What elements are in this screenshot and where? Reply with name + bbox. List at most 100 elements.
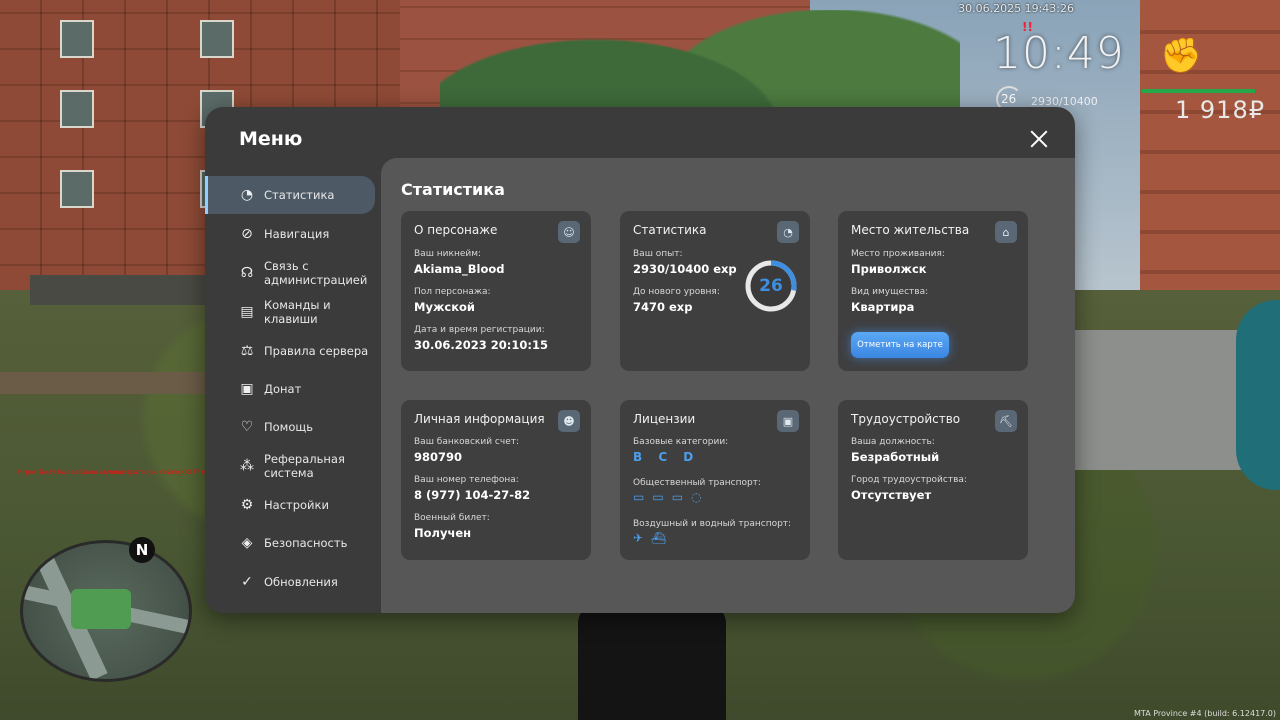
hud-datetime: 30.06.2025 19:43:26 — [958, 2, 1074, 15]
sidebar-item-label: Обновления — [264, 575, 338, 589]
chart-pie-icon: ◔ — [240, 187, 254, 203]
face-icon: ☻ — [558, 410, 580, 432]
menu-window: Меню ◔ Статистика ⊘ Навигация ☊ Связь с … — [205, 107, 1075, 613]
wallet-icon: ▣ — [240, 381, 254, 397]
registration-label: Дата и время регистрации: — [414, 325, 545, 335]
bank-value: 980790 — [414, 450, 463, 464]
sidebar-item-donate[interactable]: ▣ Донат — [205, 370, 375, 408]
pickaxe-icon: ⛏ — [995, 410, 1017, 432]
card-title: Статистика — [633, 223, 707, 237]
id-card-icon: ▣ — [777, 410, 799, 432]
sidebar-item-referral[interactable]: ⁂ Реферальная система — [205, 447, 375, 485]
sidebar-item-label: Правила сервера — [264, 344, 369, 358]
military-value: Получен — [414, 526, 472, 540]
exp-value: 2930/10400 exp — [633, 262, 737, 276]
public-transport-icons: ▭▭▭◌ — [633, 490, 710, 504]
hud-level: 26 — [1001, 92, 1017, 106]
public-transport-label: Общественный транспорт: — [633, 478, 761, 488]
fist-icon: ✊ — [1160, 36, 1203, 76]
sidebar-item-settings[interactable]: ⚙ Настройки — [205, 486, 375, 524]
plane-icon: ✈ — [633, 531, 652, 545]
tram-icon: ▭ — [671, 490, 692, 504]
card-residence: Место жительства ⌂ Место проживания: При… — [838, 211, 1028, 371]
sidebar-item-security[interactable]: ◈ Безопасность — [205, 524, 375, 562]
window — [60, 170, 94, 208]
user-icon: ☺ — [558, 221, 580, 243]
base-categories-label: Базовые категории: — [633, 437, 729, 447]
exp-label: Ваш опыт: — [633, 249, 683, 259]
heart-icon: ♡ — [240, 419, 254, 435]
employment-city-value: Отсутствует — [851, 488, 932, 502]
hud-money: 1 918₽ — [1175, 96, 1265, 124]
phone-label: Ваш номер телефона: — [414, 475, 519, 485]
sidebar-item-navigation[interactable]: ⊘ Навигация — [205, 215, 375, 253]
position-value: Безработный — [851, 450, 940, 464]
place-value: Приволжск — [851, 262, 927, 276]
card-licenses: Лицензии ▣ Базовые категории: B C D Обще… — [620, 400, 810, 560]
base-categories-value: B C D — [633, 450, 700, 464]
car — [1236, 300, 1280, 490]
scales-icon: ⚖ — [240, 343, 254, 359]
close-icon[interactable] — [1027, 127, 1051, 151]
next-level-value: 7470 exp — [633, 300, 693, 314]
sidebar-item-label: Команды и клавиши — [264, 298, 331, 326]
sidebar-item-label: Реферальная система — [264, 452, 345, 480]
window — [60, 20, 94, 58]
sidebar-item-rules[interactable]: ⚖ Правила сервера — [205, 332, 375, 370]
page-title: Статистика — [401, 180, 505, 199]
phone-value: 8 (977) 104-27-82 — [414, 488, 531, 502]
property-value: Квартира — [851, 300, 915, 314]
sidebar-item-statistics[interactable]: ◔ Статистика — [205, 176, 375, 214]
dirt-path — [0, 372, 210, 394]
gender-label: Пол персонажа: — [414, 287, 491, 297]
boat-icon: ⛴ — [651, 531, 675, 545]
home-icon: ⌂ — [995, 221, 1017, 243]
health-bar — [1142, 89, 1255, 93]
place-label: Место проживания: — [851, 249, 945, 259]
air-water-transport-icons: ✈⛴ — [633, 531, 674, 545]
bus-icon: ▭ — [652, 490, 672, 504]
mark-on-map-button[interactable]: Отметить на карте — [851, 332, 949, 358]
card-employment: Трудоустройство ⛏ Ваша должность: Безраб… — [838, 400, 1028, 560]
check-circle-icon: ✓ — [241, 574, 253, 590]
network-icon: ⁂ — [240, 458, 254, 474]
hud-clock: 10:49 — [993, 28, 1125, 79]
employment-city-label: Город трудоустройства: — [851, 475, 967, 485]
card-character: О персонаже ☺ Ваш никнейм: Akiama_Blood … — [401, 211, 591, 371]
sidebar-item-updates[interactable]: ✓ Обновления — [205, 563, 375, 601]
bank-label: Ваш банковский счет: — [414, 437, 520, 447]
chart-pie-icon: ◔ — [777, 221, 799, 243]
sidebar-item-contact-admin[interactable]: ☊ Связь с администрацией — [205, 254, 375, 292]
fence — [30, 275, 210, 305]
military-label: Военный билет: — [414, 513, 490, 523]
window — [200, 20, 234, 58]
shield-icon: ◈ — [241, 535, 253, 551]
sidebar-item-label: Донат — [264, 382, 302, 396]
card-title: Место жительства — [851, 223, 970, 237]
sidebar-item-label: Безопасность — [264, 536, 348, 550]
position-label: Ваша должность: — [851, 437, 935, 447]
sidebar-item-label: Связь с администрацией — [264, 259, 368, 287]
property-label: Вид имущества: — [851, 287, 929, 297]
minimap — [20, 540, 192, 682]
player-character — [578, 605, 726, 720]
headset-icon: ☊ — [240, 265, 254, 281]
minimap-house-zone — [71, 589, 131, 629]
gear-icon: ⚙ — [240, 497, 254, 513]
build-info: MTA Province #4 (build: 6.12417.0) — [1134, 709, 1276, 718]
level-value: 26 — [759, 276, 783, 296]
card-title: Личная информация — [414, 412, 545, 426]
minimap-north-indicator: N — [129, 537, 155, 563]
sidebar-item-label: Настройки — [264, 498, 329, 512]
sidebar-item-commands[interactable]: ▤ Команды и клавиши — [205, 293, 375, 331]
sidebar-item-help[interactable]: ♡ Помощь — [205, 408, 375, 446]
menu-title: Меню — [239, 128, 303, 150]
sidebar-item-label: Навигация — [264, 227, 330, 241]
card-title: О персонаже — [414, 223, 498, 237]
next-level-label: До нового уровня: — [633, 287, 720, 297]
card-personal-info: Личная информация ☻ Ваш банковский счет:… — [401, 400, 591, 560]
air-water-transport-label: Воздушный и водный транспорт: — [633, 519, 792, 529]
bus-icon: ▭ — [633, 490, 653, 504]
document-icon: ▤ — [240, 304, 254, 320]
card-title: Трудоустройство — [851, 412, 961, 426]
